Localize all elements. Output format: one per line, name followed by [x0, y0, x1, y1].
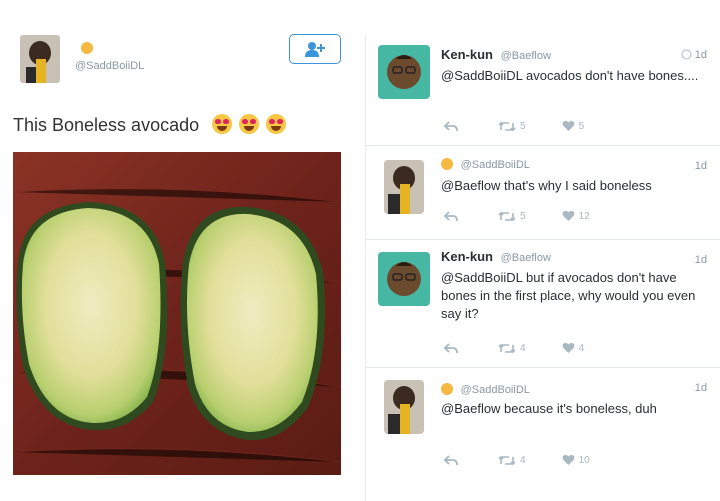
original-post: @SaddBoiiDL This Boneless avocado [0, 0, 355, 501]
retweet-icon [498, 343, 516, 353]
author-handle[interactable]: @SaddBoiiDL [461, 159, 530, 171]
reply-icon [444, 454, 458, 465]
tweet-actions: 5 5 [444, 118, 620, 134]
reply-text: @SaddBoiiDL avocados don't have bones...… [441, 68, 699, 83]
globe-icon [681, 49, 692, 60]
tweet-actions: 4 10 [444, 452, 626, 468]
heart-eyes-emoji-icon [239, 114, 260, 134]
heart-icon [562, 454, 574, 465]
tweet-text: This Boneless avocado [13, 114, 287, 136]
panel-divider [355, 0, 365, 501]
reply-thread: Ken-kun @Baeflow 1d @SaddBoiiDL avocados… [365, 35, 720, 501]
heart-icon [562, 120, 574, 131]
author-name[interactable]: Ken-kun [441, 249, 493, 264]
avatar[interactable] [384, 380, 424, 434]
retweet-count: 4 [520, 342, 526, 354]
avatar[interactable] [378, 252, 430, 306]
like-button[interactable]: 4 [562, 342, 585, 354]
tweet-actions: 4 4 [444, 340, 620, 356]
reply-button[interactable] [444, 454, 462, 466]
author-handle[interactable]: @Baeflow [501, 252, 551, 264]
tweet-actions: 5 12 [444, 208, 626, 224]
retweet-button[interactable]: 5 [498, 121, 526, 132]
reply-icon [444, 342, 458, 353]
reply-item[interactable]: @SaddBoiiDL 1d @Baeflow because it's bon… [366, 368, 720, 478]
like-count: 4 [578, 342, 585, 354]
avatar[interactable] [20, 35, 60, 83]
tweet-text-label: This Boneless avocado [13, 115, 200, 135]
author-line: Ken-kun @Baeflow [441, 47, 551, 62]
timestamp[interactable]: 1d [695, 254, 707, 266]
author-line: Ken-kun @Baeflow [441, 249, 551, 264]
retweet-icon [498, 455, 516, 465]
retweet-icon [498, 211, 516, 221]
reply-item[interactable]: @SaddBoiiDL 1d @Baeflow that's why I sai… [366, 146, 720, 240]
add-user-icon [305, 42, 325, 57]
retweet-count: 5 [520, 120, 526, 132]
heart-icon [562, 210, 574, 221]
heart-icon [562, 342, 574, 353]
reply-icon [444, 210, 458, 221]
timestamp[interactable]: 1d [695, 382, 707, 394]
author-handle[interactable]: @Baeflow [501, 50, 551, 62]
avocado-photo[interactable] [13, 152, 341, 475]
timestamp[interactable]: 1d [681, 49, 707, 61]
avatar[interactable] [384, 160, 424, 214]
author-name[interactable]: Ken-kun [441, 47, 493, 62]
avatar[interactable] [378, 45, 430, 99]
reply-button[interactable] [444, 210, 462, 222]
author-line: @SaddBoiiDL [441, 156, 530, 171]
heart-eyes-emoji-icon [266, 114, 287, 134]
retweet-button[interactable]: 5 [498, 211, 526, 222]
reply-text: @Baeflow because it's boneless, duh [441, 401, 657, 416]
timestamp-label: 1d [694, 49, 707, 61]
heart-eyes-emoji-icon [212, 114, 233, 134]
like-button[interactable]: 12 [562, 210, 590, 222]
like-count: 10 [578, 454, 590, 466]
reply-icon [444, 120, 458, 131]
sad-face-icon [81, 42, 93, 54]
reply-button[interactable] [444, 120, 462, 132]
reply-item[interactable]: Ken-kun @Baeflow 1d @SaddBoiiDL but if a… [366, 240, 720, 368]
like-button[interactable]: 5 [562, 120, 585, 132]
sad-face-icon [441, 158, 453, 170]
reply-item[interactable]: Ken-kun @Baeflow 1d @SaddBoiiDL avocados… [366, 35, 720, 146]
like-count: 12 [578, 210, 590, 222]
sad-face-icon [441, 383, 453, 395]
author-handle[interactable]: @SaddBoiiDL [461, 384, 530, 396]
follow-button[interactable] [289, 34, 341, 64]
reply-text: @Baeflow that's why I said boneless [441, 178, 652, 193]
author-handle[interactable]: @SaddBoiiDL [75, 60, 144, 72]
reply-text: @SaddBoiiDL but if avocados don't have b… [441, 270, 696, 321]
author-line: @SaddBoiiDL [441, 381, 530, 396]
retweet-count: 4 [520, 454, 526, 466]
like-button[interactable]: 10 [562, 454, 590, 466]
reply-button[interactable] [444, 342, 462, 354]
retweet-button[interactable]: 4 [498, 455, 526, 466]
timestamp[interactable]: 1d [695, 160, 707, 172]
like-count: 5 [578, 120, 585, 132]
retweet-icon [498, 121, 516, 131]
retweet-button[interactable]: 4 [498, 343, 526, 354]
retweet-count: 5 [520, 210, 526, 222]
